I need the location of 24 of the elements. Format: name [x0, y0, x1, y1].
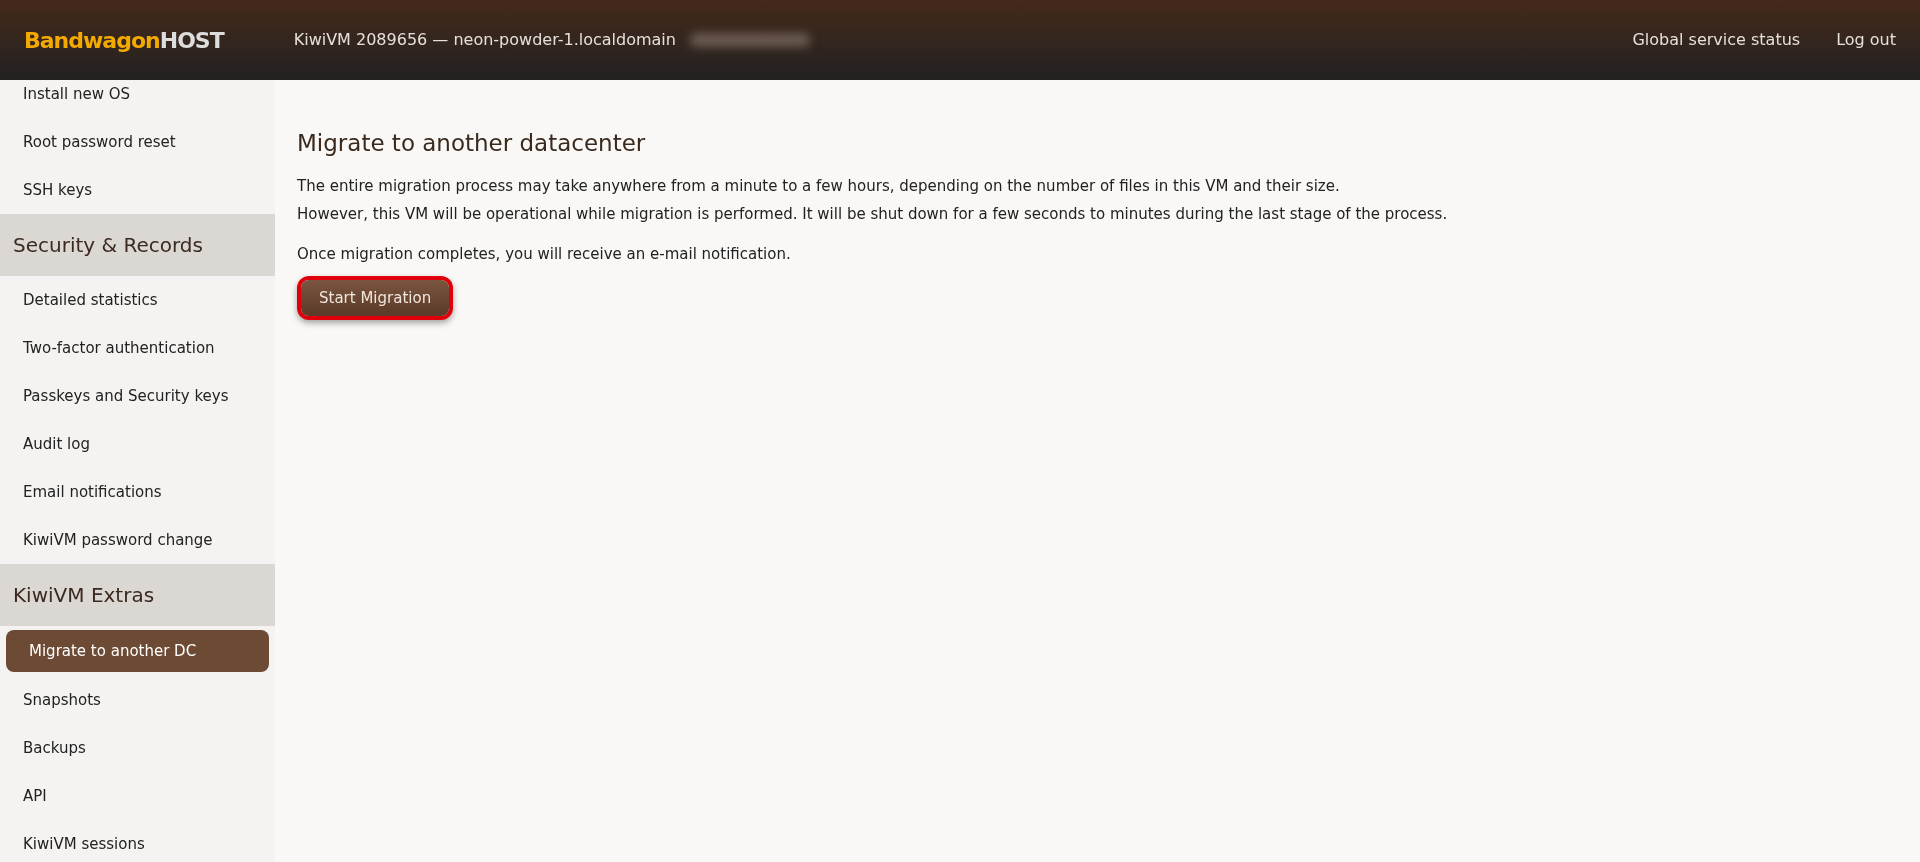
sidebar-section-title: Security & Records	[0, 214, 275, 276]
sidebar-item[interactable]: Audit log	[0, 420, 275, 468]
sidebar-item[interactable]: Snapshots	[0, 676, 275, 724]
sidebar-section-title: KiwiVM Extras	[0, 564, 275, 626]
sidebar-item[interactable]: Passkeys and Security keys	[0, 372, 275, 420]
sidebar-item[interactable]: Two-factor authentication	[0, 324, 275, 372]
paragraph-line: The entire migration process may take anywhere from a minute to a few hours, depending on the number of files in this VM and their size.	[297, 175, 1341, 197]
sidebar-item[interactable]: KiwiVM sessions	[0, 820, 275, 862]
sidebar-item[interactable]: Detailed statistics	[0, 276, 275, 324]
sidebar-item[interactable]: Email notifications	[0, 468, 275, 516]
paragraph-line: Once migration completes, you will receive an e-mail notification.	[297, 243, 792, 265]
sidebar-item[interactable]: API	[0, 772, 275, 820]
page-title: Migrate to another datacenter	[297, 130, 647, 158]
sidebar-item[interactable]: Backups	[0, 724, 275, 772]
vm-title: KiwiVM 2089656 — neon-powder-1.localdomain	[293, 29, 676, 51]
sidebar-item[interactable]: SSH keys	[0, 166, 275, 214]
sidebar-item[interactable]: Migrate to another DC	[6, 630, 269, 672]
paragraph-line: However, this VM will be operational while migration is performed. It will be shut down for a few seconds to minutes during the last stage of the process.	[297, 203, 1449, 225]
header-link[interactable]: Global service status	[1632, 28, 1801, 52]
header-link[interactable]: Log out	[1836, 28, 1896, 52]
sidebar-item[interactable]: Root password reset	[0, 118, 275, 166]
logo[interactable]: BandwagonHOST	[24, 23, 224, 57]
sidebar-item[interactable]: KiwiVM password change	[0, 516, 275, 564]
sidebar-item[interactable]: Install new OS	[0, 80, 275, 118]
